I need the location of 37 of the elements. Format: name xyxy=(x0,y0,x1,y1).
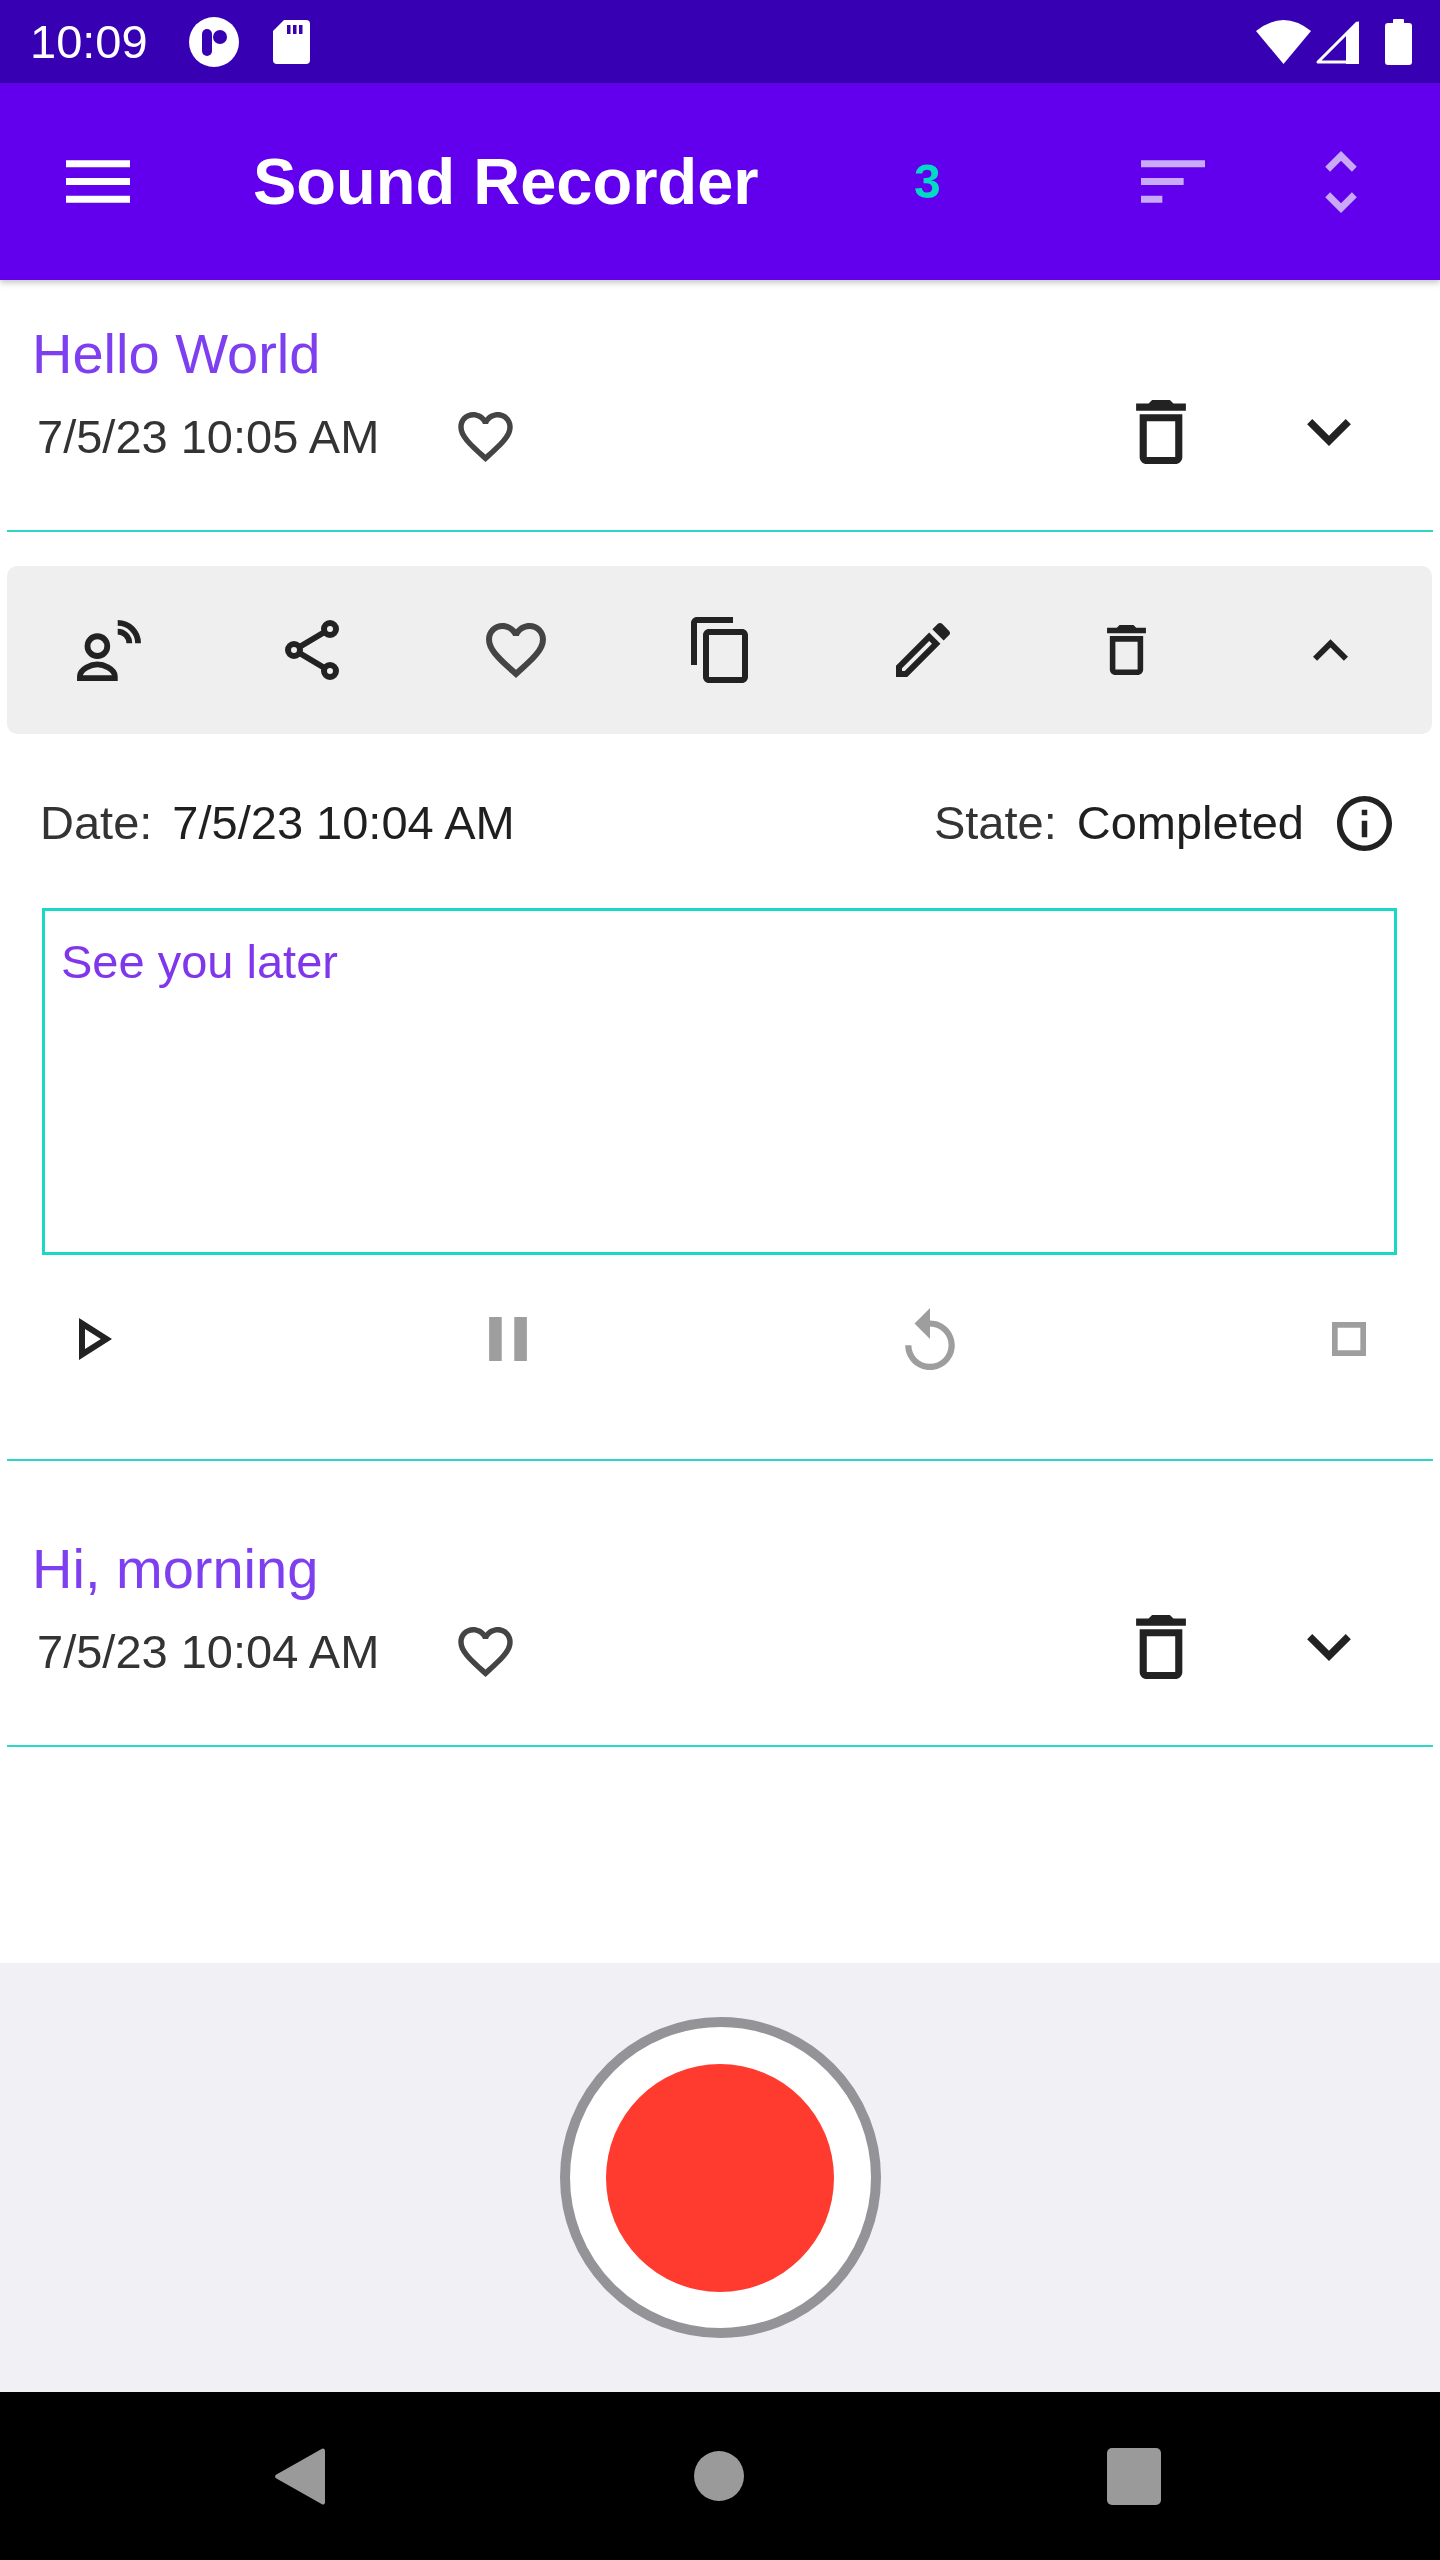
heart-icon[interactable] xyxy=(458,1627,514,1677)
recents-icon[interactable] xyxy=(1107,2447,1161,2505)
round-logo-icon xyxy=(188,16,239,67)
menu-icon[interactable] xyxy=(66,160,130,203)
heart-icon[interactable] xyxy=(485,622,546,678)
chevron-up-icon[interactable] xyxy=(1312,639,1348,661)
play-icon[interactable] xyxy=(79,1318,112,1360)
back-icon[interactable] xyxy=(275,2447,325,2505)
home-icon[interactable] xyxy=(694,2451,744,2501)
trash-icon[interactable] xyxy=(1107,625,1147,675)
chevron-down-icon[interactable] xyxy=(1307,418,1351,446)
share-icon[interactable] xyxy=(285,620,340,680)
state-label: State: xyxy=(933,795,1057,851)
copy-icon[interactable] xyxy=(691,617,748,683)
recording-title: Hi, morning xyxy=(32,1537,320,1601)
recording-date: 7/5/23 10:05 AM xyxy=(37,409,380,465)
heart-icon[interactable] xyxy=(458,412,514,462)
trash-icon[interactable] xyxy=(1136,400,1186,464)
trash-icon[interactable] xyxy=(1136,1615,1186,1679)
date-label: Date: xyxy=(40,795,153,851)
record-dot-icon xyxy=(606,2063,834,2292)
info-icon[interactable] xyxy=(1337,795,1392,851)
date-value: 7/5/23 10:04 AM xyxy=(172,795,515,851)
pencil-icon[interactable] xyxy=(896,623,951,677)
person-speaking-icon[interactable] xyxy=(76,619,141,681)
sd-card-icon xyxy=(272,19,310,64)
state-value: Completed xyxy=(1076,795,1304,851)
recording-count: 3 xyxy=(914,153,941,210)
recording-date: 7/5/23 10:04 AM xyxy=(37,1624,380,1680)
status-time: 10:09 xyxy=(30,13,148,70)
signal-icon xyxy=(1315,19,1359,64)
note-field[interactable]: See you later xyxy=(42,908,1397,1255)
recording-title: Hello World xyxy=(32,322,322,386)
chevron-down-icon[interactable] xyxy=(1307,1633,1351,1661)
wifi-icon xyxy=(1256,19,1311,64)
app-title: Sound Recorder xyxy=(253,143,760,220)
battery-icon xyxy=(1385,18,1412,65)
